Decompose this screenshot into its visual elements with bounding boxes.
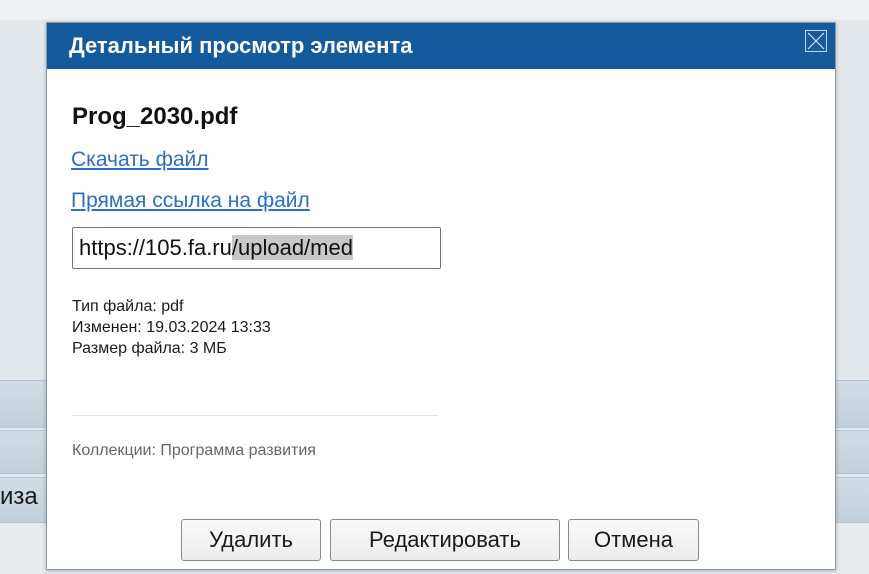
file-size-text: Размер файла: 3 МБ (72, 340, 227, 357)
background-partial-text: иза (0, 483, 38, 510)
background-top-strip (0, 0, 869, 20)
url-selected-text: /upload/med (231, 235, 353, 260)
modified-date-text: Изменен: 19.03.2024 13:33 (72, 319, 271, 336)
file-name-heading: Prog_2030.pdf (72, 103, 238, 130)
dialog-header: Детальный просмотр элемента (47, 23, 835, 69)
edit-button[interactable]: Редактировать (330, 519, 560, 561)
file-type-text: Тип файла: pdf (72, 298, 184, 315)
cancel-button[interactable]: Отмена (568, 519, 699, 561)
divider (72, 415, 438, 416)
collections-text: Коллекции: Программа развития (72, 442, 316, 459)
delete-button[interactable]: Удалить (181, 519, 321, 561)
dialog-title: Детальный просмотр элемента (69, 33, 413, 58)
file-url-field[interactable]: https://105.fa.ru/upload/med (72, 227, 441, 269)
close-x-icon (807, 32, 825, 50)
url-text: https://105.fa.ru (79, 235, 232, 260)
close-button[interactable] (805, 30, 827, 52)
direct-link-link[interactable]: Прямая ссылка на файл (71, 189, 310, 213)
download-file-link[interactable]: Скачать файл (71, 148, 209, 172)
detail-view-dialog: Детальный просмотр элемента Prog_2030.pd… (46, 22, 836, 570)
